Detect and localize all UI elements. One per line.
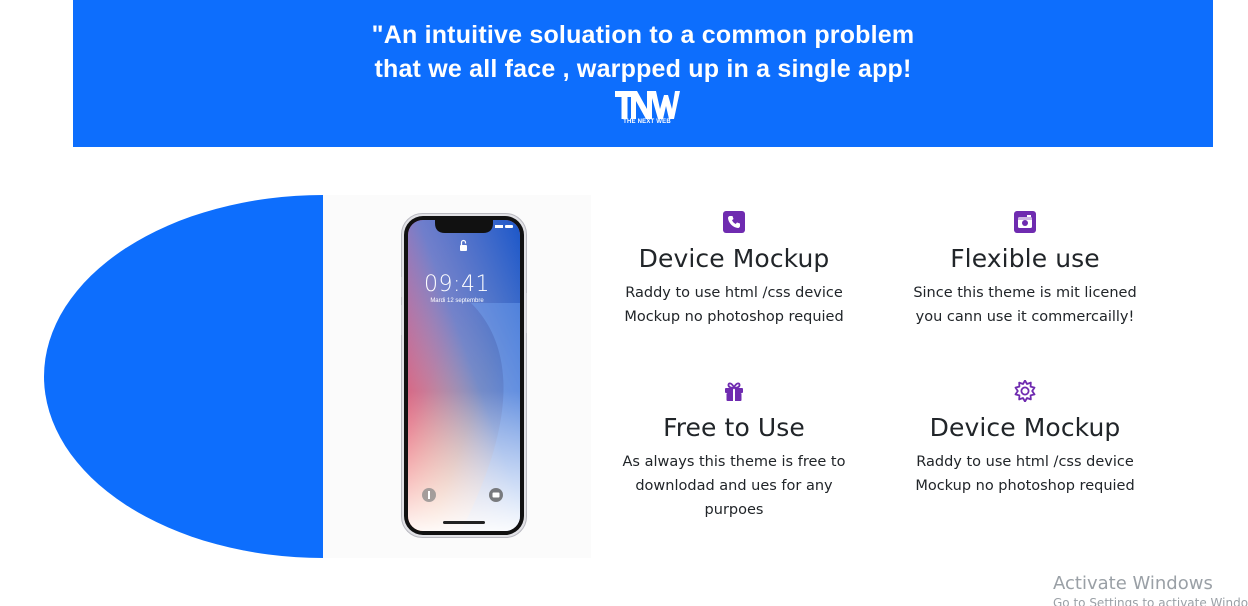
- feature-free-to-use: Free to Use As always this theme is free…: [594, 380, 874, 522]
- gear-icon: [1014, 380, 1036, 402]
- phone-date: Mardi 12 septembre: [430, 298, 484, 304]
- tnw-logo: THE NEXT WEB: [614, 89, 680, 129]
- phone-clock-time: 09:41: [424, 272, 490, 297]
- activate-windows-watermark: Activate Windows Go to Settings to activ…: [1053, 573, 1248, 606]
- feature-flexible-use: Flexible use Since this theme is mit lic…: [885, 211, 1165, 329]
- watermark-subtitle: Go to Settings to activate Windows.: [1053, 596, 1248, 606]
- phone-mockup-image: 09:41 Mardi 12 septembre: [323, 195, 591, 558]
- feature-title: Device Mockup: [929, 413, 1121, 442]
- feature-description: Raddy to use html /css device Mockup no …: [915, 454, 1135, 494]
- feature-title: Device Mockup: [638, 244, 830, 273]
- feature-title: Free to Use: [663, 413, 805, 442]
- gift-icon: [725, 382, 743, 401]
- quote-line-2: that we all face , warpped up in a singl…: [374, 55, 912, 83]
- feature-title: Flexible use: [950, 244, 1100, 273]
- feature-device-mockup-2: Device Mockup Raddy to use html /css dev…: [885, 380, 1165, 498]
- feature-description: As always this theme is free to downloda…: [622, 454, 846, 518]
- feature-description: Since this theme is mit licened you cann…: [913, 285, 1137, 325]
- tnw-logo-mark: [615, 91, 680, 119]
- quote-line-1: "An intuitive soluation to a common prob…: [371, 21, 915, 49]
- testimonial-banner: "An intuitive soluation to a common prob…: [73, 0, 1213, 147]
- decorative-blue-half-ellipse: [44, 195, 323, 558]
- phone-illustration: [401, 213, 527, 538]
- tnw-logo-caption: THE NEXT WEB: [623, 119, 671, 125]
- phone-icon: [723, 211, 745, 233]
- watermark-title: Activate Windows: [1053, 573, 1213, 594]
- feature-device-mockup: Device Mockup Raddy to use html /css dev…: [594, 211, 874, 329]
- testimonial-quote: "An intuitive soluation to a common prob…: [73, 18, 1213, 86]
- camera-icon: [1014, 211, 1036, 233]
- feature-description: Raddy to use html /css device Mockup no …: [624, 285, 844, 325]
